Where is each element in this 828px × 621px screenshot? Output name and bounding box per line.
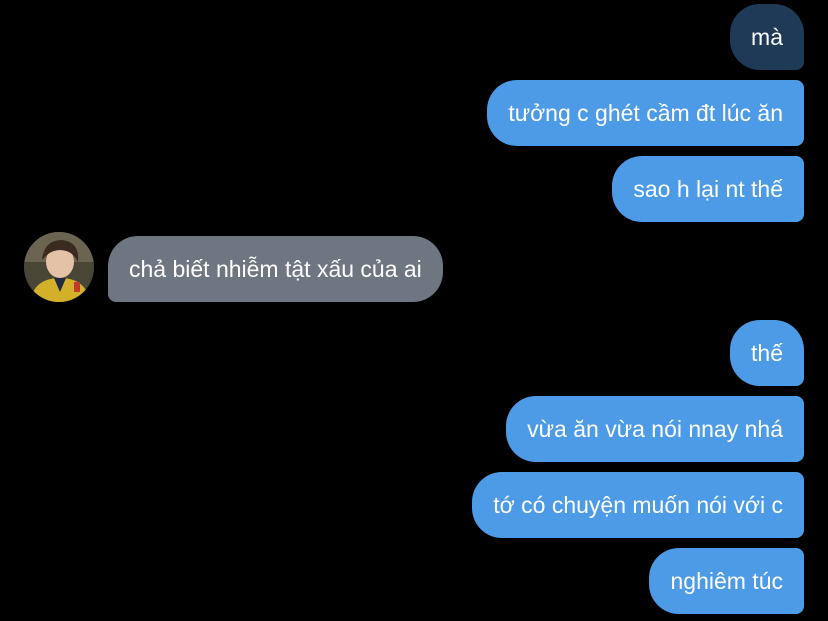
message-text: nghiêm túc: [670, 568, 783, 594]
message-sent[interactable]: tưởng c ghét cầm đt lúc ăn: [487, 80, 804, 146]
message-sent[interactable]: tớ có chuyện muốn nói với c: [472, 472, 804, 538]
profile-photo-icon: [24, 232, 94, 302]
chat-thread: mà tưởng c ghét cầm đt lúc ăn sao h lại …: [0, 0, 828, 621]
message-text: vừa ăn vừa nói nnay nhá: [527, 416, 783, 442]
message-received[interactable]: chả biết nhiễm tật xấu của ai: [108, 236, 443, 302]
message-text: mà: [751, 24, 783, 50]
message-text: sao h lại nt thế: [633, 176, 783, 202]
message-text: tưởng c ghét cầm đt lúc ăn: [508, 100, 783, 126]
message-sent[interactable]: vừa ăn vừa nói nnay nhá: [506, 396, 804, 462]
message-text: chả biết nhiễm tật xấu của ai: [129, 256, 422, 282]
message-sent[interactable]: sao h lại nt thế: [612, 156, 804, 222]
message-sent[interactable]: thế: [730, 320, 804, 386]
message-sent[interactable]: mà: [730, 4, 804, 70]
message-text: thế: [751, 340, 783, 366]
avatar[interactable]: [24, 232, 94, 302]
message-sent[interactable]: nghiêm túc: [649, 548, 804, 614]
message-text: tớ có chuyện muốn nói với c: [493, 492, 783, 518]
